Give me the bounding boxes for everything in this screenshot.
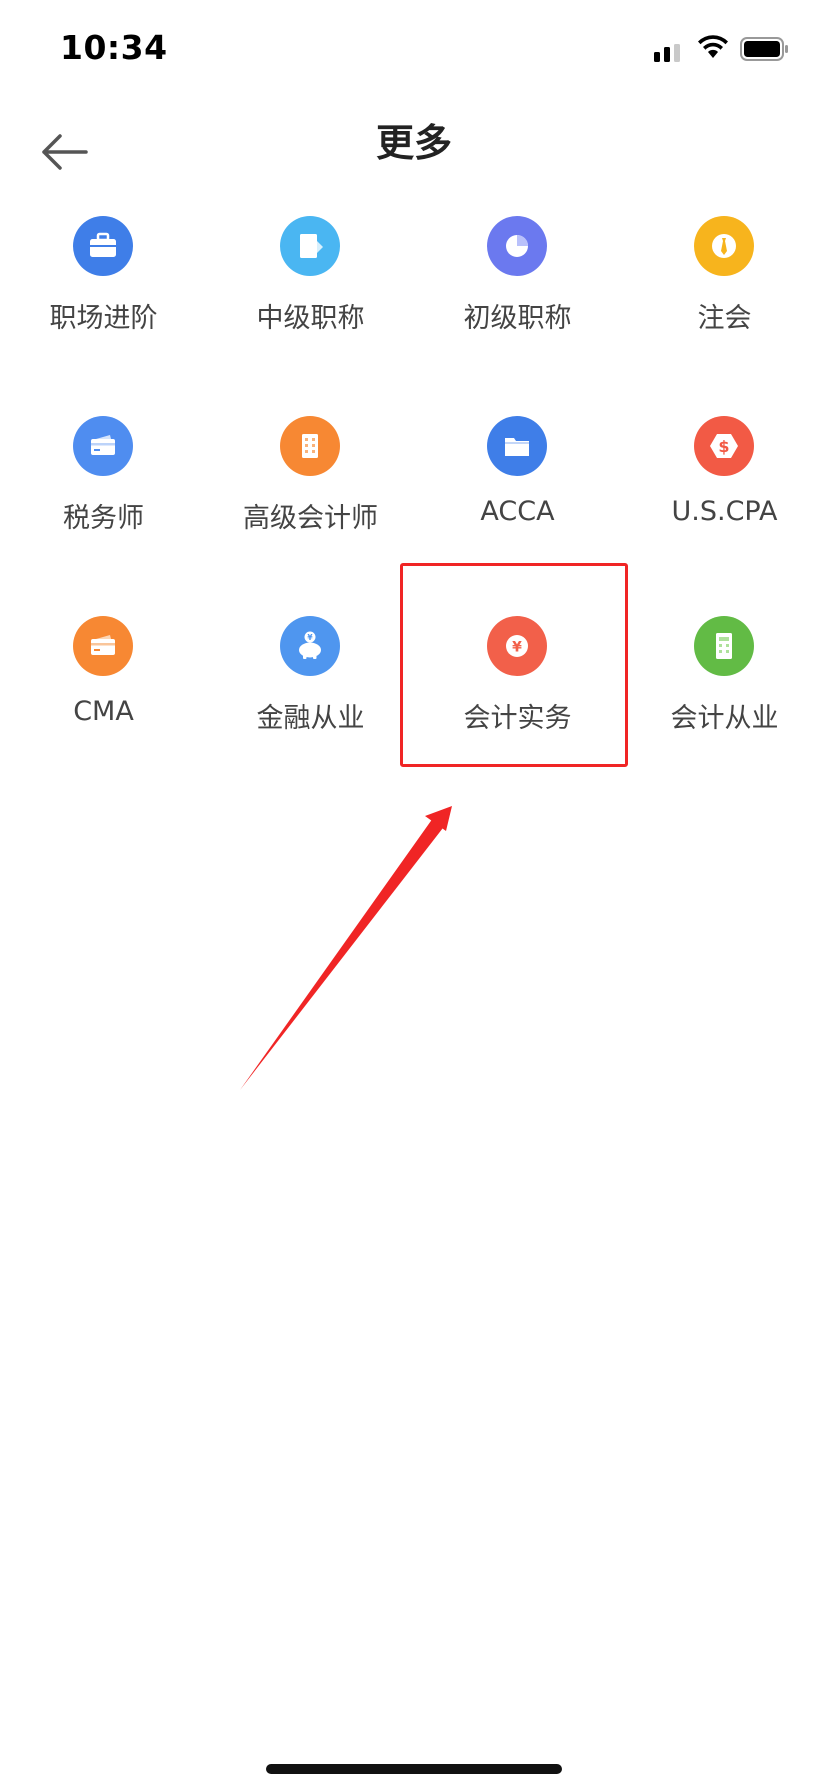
category-label: 税务师 xyxy=(63,503,144,534)
wifi-icon xyxy=(698,35,728,58)
folder-icon xyxy=(487,416,547,476)
calculator-icon xyxy=(694,616,754,676)
category-item-finance-practitioner[interactable]: ¥ 金融从业 xyxy=(207,600,414,800)
category-item-cma[interactable]: CMA xyxy=(0,600,207,800)
pie-chart-icon xyxy=(487,216,547,276)
tie-icon xyxy=(694,216,754,276)
status-bar: 10:34 xyxy=(0,0,828,100)
battery-icon xyxy=(740,37,788,61)
category-item-tax-agent[interactable]: 税务师 xyxy=(0,400,207,600)
dollar-hexagon-icon: $ xyxy=(694,416,754,476)
home-indicator[interactable] xyxy=(266,1764,562,1774)
category-item-accounting-practice[interactable]: ¥ 会计实务 xyxy=(414,600,621,800)
nav-bar: 更多 xyxy=(0,100,828,200)
document-icon xyxy=(280,216,340,276)
category-grid: 职场进阶 中级职称 初级职称 注会 税务师 高级会计师 ACCA $ U.S.C… xyxy=(0,200,828,800)
category-label: 会计从业 xyxy=(670,703,779,734)
status-time: 10:34 xyxy=(60,28,168,67)
card-icon xyxy=(73,616,133,676)
category-label: 高级会计师 xyxy=(243,503,378,534)
category-item-acca[interactable]: ACCA xyxy=(414,400,621,600)
category-label: U.S.CPA xyxy=(671,496,778,527)
svg-text:¥: ¥ xyxy=(307,633,313,642)
building-icon xyxy=(280,416,340,476)
category-label: 初级职称 xyxy=(463,303,572,334)
category-item-intermediate-title[interactable]: 中级职称 xyxy=(207,200,414,400)
category-label: CMA xyxy=(73,696,134,727)
card-icon xyxy=(73,416,133,476)
category-item-accounting-practitioner[interactable]: 会计从业 xyxy=(621,600,828,800)
category-label: ACCA xyxy=(480,496,555,527)
category-item-junior-title[interactable]: 初级职称 xyxy=(414,200,621,400)
page-title: 更多 xyxy=(375,121,452,165)
category-label: 会计实务 xyxy=(463,703,572,734)
category-label: 中级职称 xyxy=(256,303,365,334)
category-item-us-cpa[interactable]: $ U.S.CPA xyxy=(621,400,828,600)
svg-text:¥: ¥ xyxy=(512,640,522,656)
category-label: 职场进阶 xyxy=(49,303,158,334)
category-label: 注会 xyxy=(697,303,752,334)
category-item-career[interactable]: 职场进阶 xyxy=(0,200,207,400)
category-item-senior-accountant[interactable]: 高级会计师 xyxy=(207,400,414,600)
yuan-coin-icon: ¥ xyxy=(487,616,547,676)
briefcase-icon xyxy=(73,216,133,276)
signal-icon xyxy=(654,44,680,62)
piggy-bank-icon: ¥ xyxy=(280,616,340,676)
svg-text:$: $ xyxy=(718,437,729,456)
category-label: 金融从业 xyxy=(256,703,365,734)
category-item-cpa[interactable]: 注会 xyxy=(621,200,828,400)
